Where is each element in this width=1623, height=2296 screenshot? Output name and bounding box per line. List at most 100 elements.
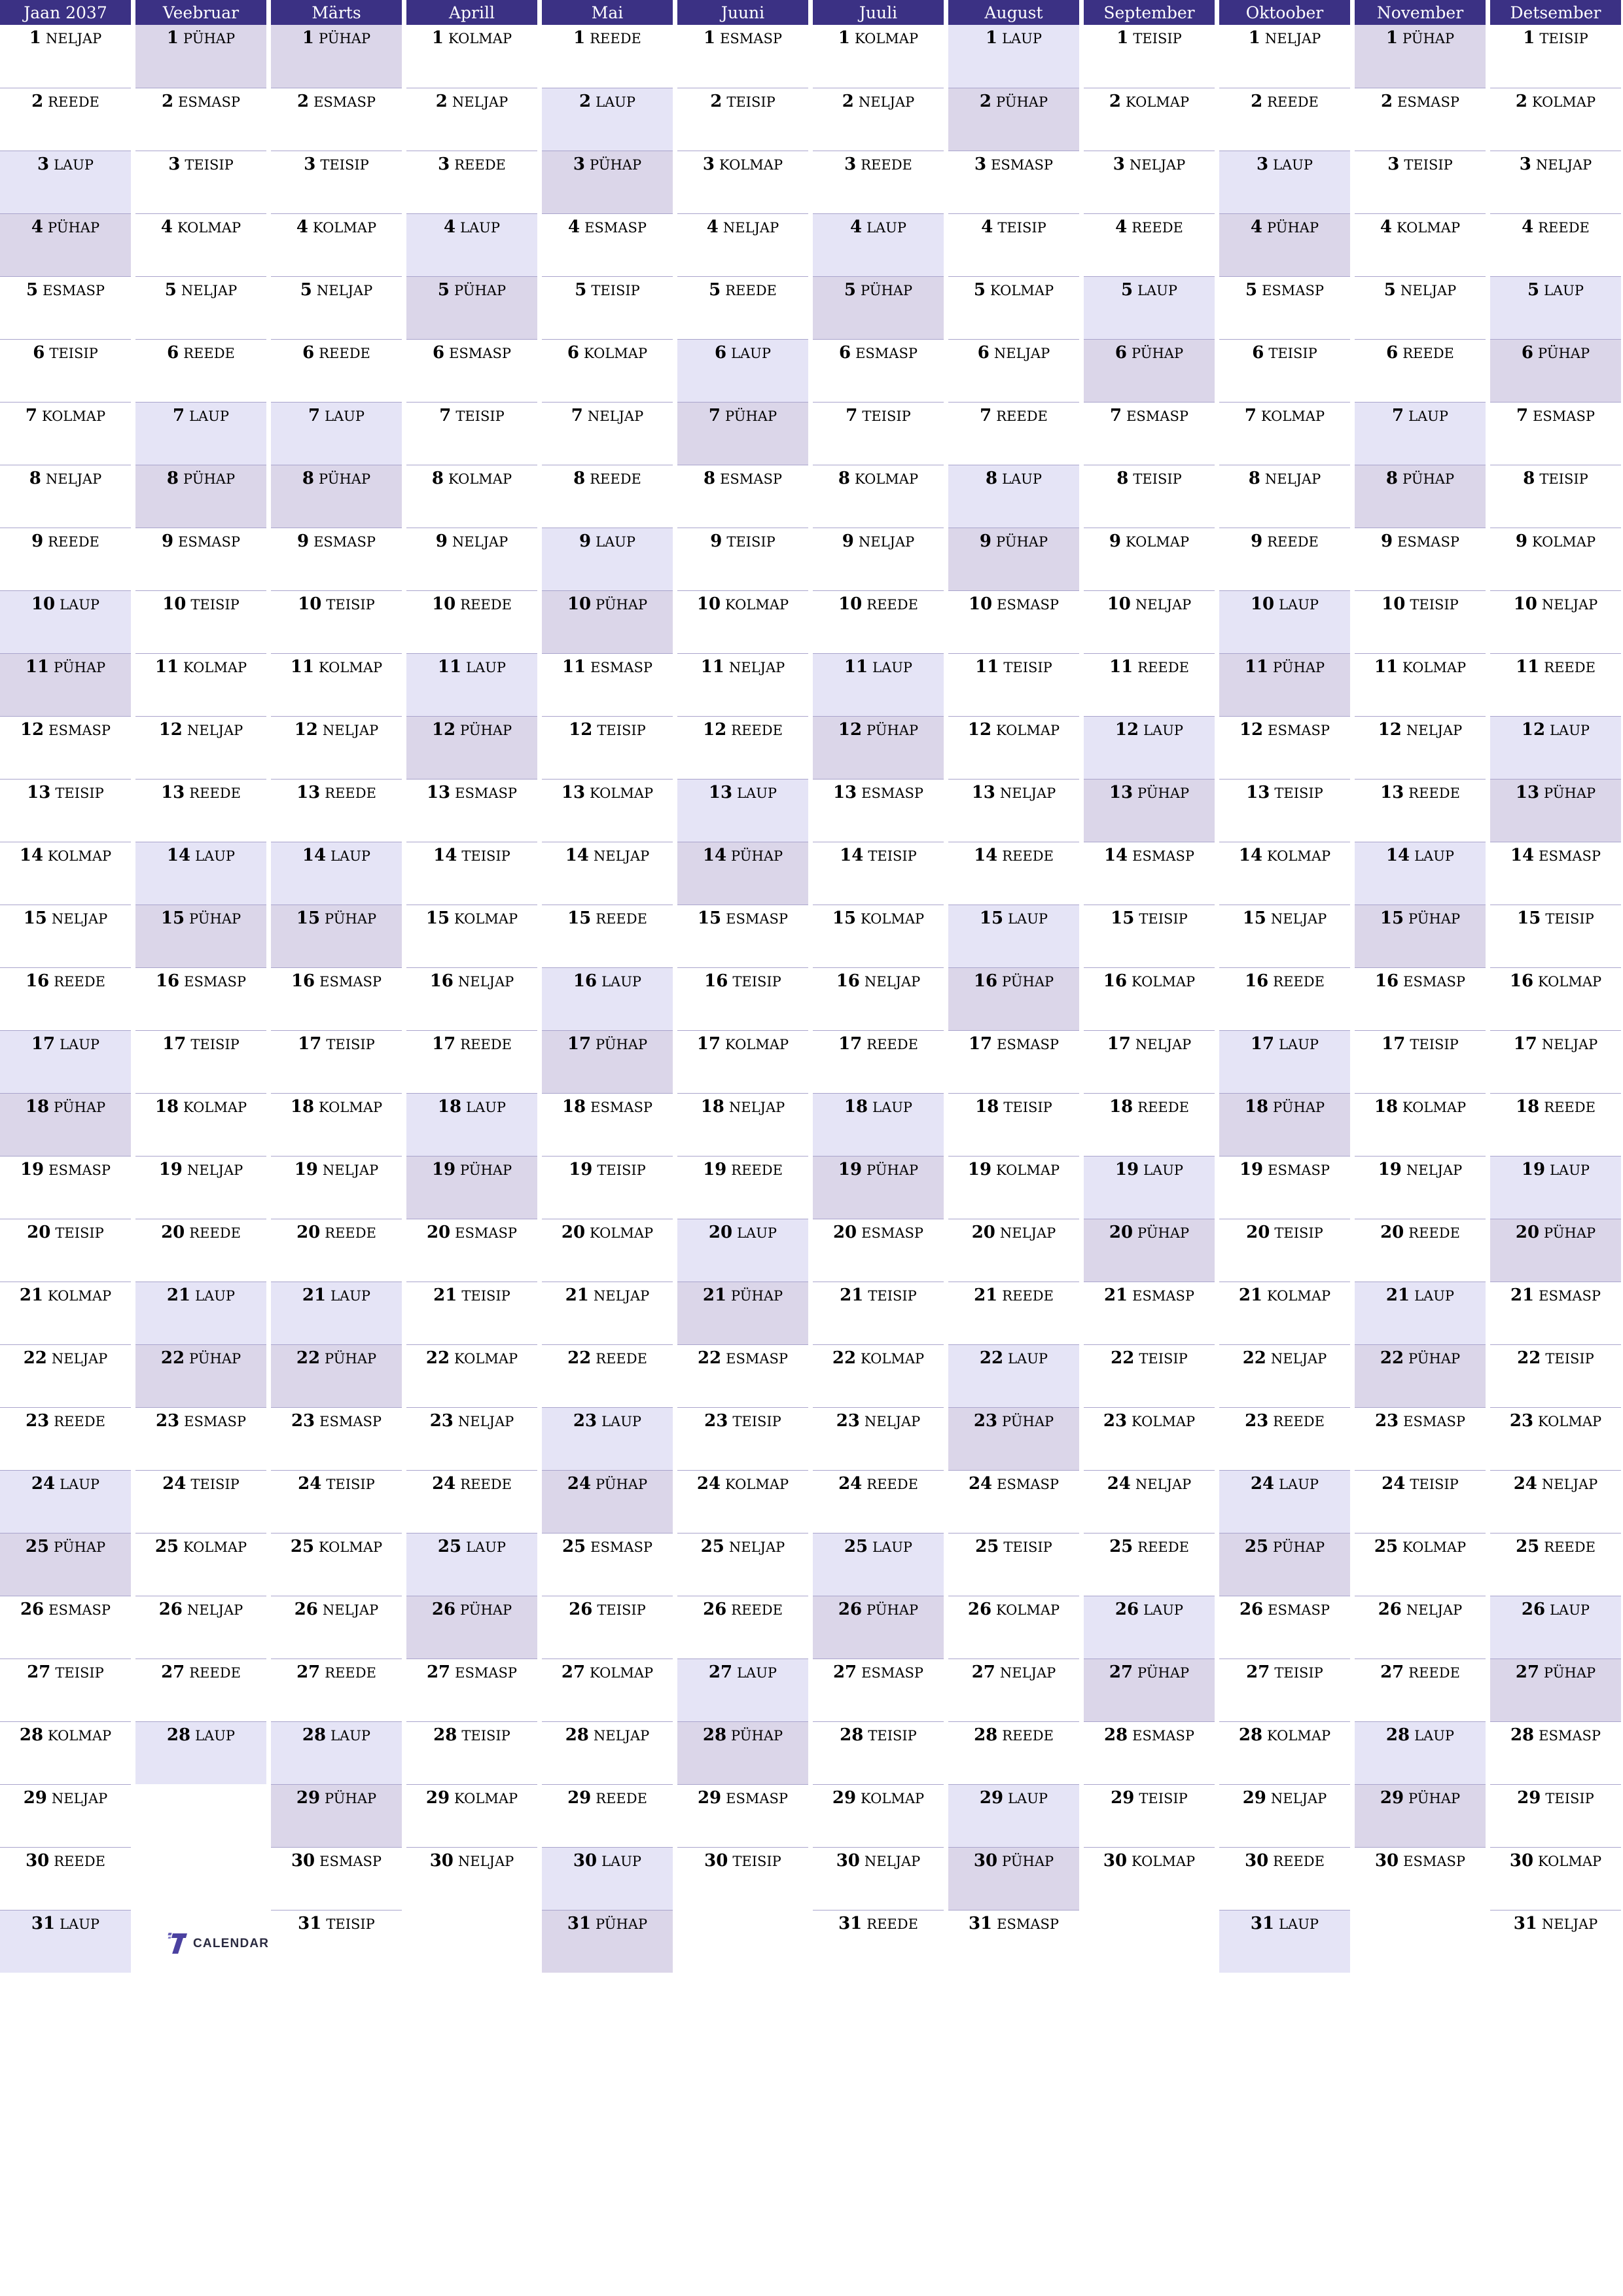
month-header-juuli[interactable]: Juuli (813, 0, 944, 25)
day-cell[interactable]: 24 REEDE (813, 1470, 944, 1533)
day-cell[interactable]: 3 TEISIP (271, 151, 402, 213)
day-cell[interactable]: 10 NELJAP (1084, 590, 1215, 653)
day-cell[interactable]: 26 LAUP (1490, 1596, 1621, 1659)
day-cell[interactable]: 9 NELJAP (406, 528, 537, 590)
day-cell[interactable]: 25 PÜHAP (0, 1533, 131, 1596)
month-header-detsember[interactable]: Detsember (1490, 0, 1621, 25)
day-cell[interactable]: 15 LAUP (948, 905, 1079, 967)
day-cell[interactable]: 8 PÜHAP (1355, 465, 1486, 528)
day-cell[interactable]: 3 ESMASP (948, 151, 1079, 213)
day-cell[interactable]: 16 REEDE (1219, 967, 1350, 1030)
day-cell[interactable]: 25 PÜHAP (1219, 1533, 1350, 1596)
day-cell[interactable]: 9 ESMASP (271, 528, 402, 590)
day-cell[interactable]: 23 PÜHAP (948, 1407, 1079, 1470)
day-cell[interactable]: 22 TEISIP (1084, 1344, 1215, 1407)
day-cell[interactable]: 15 REEDE (542, 905, 673, 967)
day-cell[interactable]: 15 PÜHAP (1355, 905, 1486, 967)
day-cell[interactable]: 4 KOLMAP (1355, 213, 1486, 276)
day-cell[interactable]: 25 LAUP (813, 1533, 944, 1596)
day-cell[interactable]: 26 PÜHAP (406, 1596, 537, 1659)
day-cell[interactable]: 3 NELJAP (1084, 151, 1215, 213)
day-cell[interactable]: 16 ESMASP (135, 967, 266, 1030)
day-cell[interactable]: 7 ESMASP (1084, 402, 1215, 465)
day-cell[interactable]: 7 LAUP (135, 402, 266, 465)
day-cell[interactable]: 16 PÜHAP (948, 967, 1079, 1030)
day-cell[interactable]: 26 NELJAP (135, 1596, 266, 1659)
day-cell[interactable]: 19 NELJAP (135, 1156, 266, 1219)
day-cell[interactable]: 28 LAUP (271, 1721, 402, 1784)
day-cell[interactable]: 13 PÜHAP (1084, 779, 1215, 842)
day-cell[interactable]: 6 REEDE (135, 339, 266, 402)
day-cell[interactable]: 5 NELJAP (1355, 276, 1486, 339)
day-cell[interactable]: 12 ESMASP (0, 716, 131, 779)
day-cell[interactable]: 27 REEDE (135, 1659, 266, 1721)
day-cell[interactable]: 22 REEDE (542, 1344, 673, 1407)
day-cell[interactable]: 20 PÜHAP (1084, 1219, 1215, 1282)
day-cell[interactable]: 18 PÜHAP (1219, 1093, 1350, 1156)
day-cell[interactable]: 25 REEDE (1084, 1533, 1215, 1596)
day-cell[interactable]: 5 LAUP (1490, 276, 1621, 339)
day-cell[interactable]: 21 TEISIP (813, 1282, 944, 1344)
day-cell[interactable]: 12 LAUP (1084, 716, 1215, 779)
day-cell[interactable]: 31 ESMASP (948, 1910, 1079, 1973)
day-cell[interactable]: 1 KOLMAP (406, 25, 537, 88)
day-cell[interactable]: 30 PÜHAP (948, 1847, 1079, 1910)
day-cell[interactable]: 22 KOLMAP (813, 1344, 944, 1407)
day-cell[interactable]: 27 PÜHAP (1490, 1659, 1621, 1721)
day-cell[interactable]: 1 KOLMAP (813, 25, 944, 88)
day-cell[interactable]: 8 TEISIP (1490, 465, 1621, 528)
day-cell[interactable]: 20 LAUP (677, 1219, 808, 1282)
day-cell[interactable]: 14 KOLMAP (1219, 842, 1350, 905)
day-cell[interactable]: 18 KOLMAP (135, 1093, 266, 1156)
day-cell[interactable]: 19 TEISIP (542, 1156, 673, 1219)
day-cell[interactable]: 12 PÜHAP (813, 716, 944, 779)
day-cell[interactable]: 16 REEDE (0, 967, 131, 1030)
day-cell[interactable]: 23 REEDE (1219, 1407, 1350, 1470)
day-cell[interactable]: 7 LAUP (271, 402, 402, 465)
day-cell[interactable]: 31 REEDE (813, 1910, 944, 1973)
day-cell[interactable]: 28 ESMASP (1084, 1721, 1215, 1784)
day-cell[interactable]: 26 ESMASP (1219, 1596, 1350, 1659)
month-header-november[interactable]: November (1355, 0, 1486, 25)
day-cell[interactable]: 22 NELJAP (0, 1344, 131, 1407)
day-cell[interactable]: 7 LAUP (1355, 402, 1486, 465)
day-cell[interactable]: 10 REEDE (406, 590, 537, 653)
day-cell[interactable]: 6 KOLMAP (542, 339, 673, 402)
day-cell[interactable]: 31 TEISIP (271, 1910, 402, 1973)
day-cell[interactable]: 3 TEISIP (1355, 151, 1486, 213)
day-cell[interactable]: 21 ESMASP (1490, 1282, 1621, 1344)
day-cell[interactable]: 2 NELJAP (813, 88, 944, 151)
day-cell[interactable]: 7 REEDE (948, 402, 1079, 465)
day-cell[interactable]: 20 ESMASP (406, 1219, 537, 1282)
day-cell[interactable]: 6 NELJAP (948, 339, 1079, 402)
day-cell[interactable]: 23 LAUP (542, 1407, 673, 1470)
day-cell[interactable]: 16 ESMASP (271, 967, 402, 1030)
day-cell[interactable]: 2 PÜHAP (948, 88, 1079, 151)
day-cell[interactable]: 23 NELJAP (813, 1407, 944, 1470)
day-cell[interactable]: 29 KOLMAP (813, 1784, 944, 1847)
day-cell[interactable]: 23 KOLMAP (1490, 1407, 1621, 1470)
day-cell[interactable]: 24 TEISIP (271, 1470, 402, 1533)
day-cell[interactable]: 10 NELJAP (1490, 590, 1621, 653)
day-cell[interactable]: 31 NELJAP (1490, 1910, 1621, 1973)
day-cell[interactable]: 29 NELJAP (1219, 1784, 1350, 1847)
day-cell[interactable]: 23 KOLMAP (1084, 1407, 1215, 1470)
day-cell[interactable]: 16 LAUP (542, 967, 673, 1030)
day-cell[interactable]: 2 LAUP (542, 88, 673, 151)
day-cell[interactable]: 13 LAUP (677, 779, 808, 842)
day-cell[interactable]: 10 REEDE (813, 590, 944, 653)
day-cell[interactable]: 21 LAUP (135, 1282, 266, 1344)
day-cell[interactable]: 10 LAUP (0, 590, 131, 653)
day-cell[interactable]: 26 REEDE (677, 1596, 808, 1659)
day-cell[interactable]: 9 ESMASP (135, 528, 266, 590)
day-cell[interactable]: 15 ESMASP (677, 905, 808, 967)
day-cell[interactable]: 21 NELJAP (542, 1282, 673, 1344)
day-cell[interactable]: 11 LAUP (406, 653, 537, 716)
day-cell[interactable]: 21 LAUP (1355, 1282, 1486, 1344)
day-cell[interactable]: 8 REEDE (542, 465, 673, 528)
day-cell[interactable]: 21 KOLMAP (0, 1282, 131, 1344)
day-cell[interactable]: 13 PÜHAP (1490, 779, 1621, 842)
day-cell[interactable]: 13 REEDE (1355, 779, 1486, 842)
day-cell[interactable]: 27 PÜHAP (1084, 1659, 1215, 1721)
day-cell[interactable]: 8 KOLMAP (406, 465, 537, 528)
